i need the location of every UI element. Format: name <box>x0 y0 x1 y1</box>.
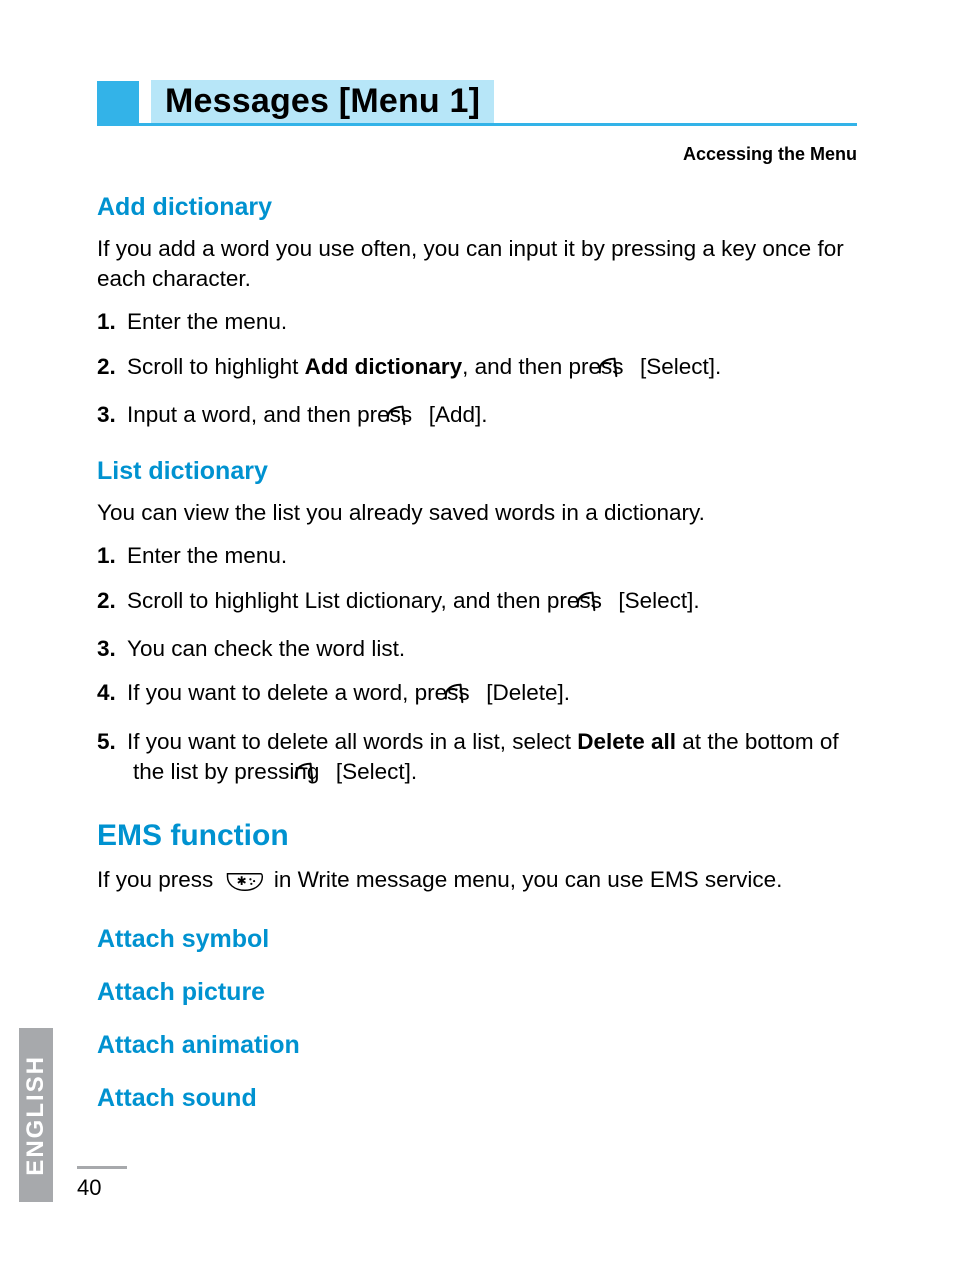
step-item: 1.Enter the menu. <box>97 541 857 571</box>
step-text: [Add]. <box>422 402 487 427</box>
step-text: Enter the menu. <box>127 309 287 334</box>
title-highlight: Messages [Menu 1] <box>151 80 494 123</box>
step-item: 1.Enter the menu. <box>97 307 857 337</box>
step-number: 5. <box>97 727 127 757</box>
page-title: Messages [Menu 1] <box>165 82 480 120</box>
step-text-bold: Add dictionary <box>305 354 463 379</box>
body-text-part: in Write message menu, you can use EMS s… <box>268 867 783 892</box>
step-number: 2. <box>97 352 127 382</box>
step-item: 5.If you want to delete all words in a l… <box>97 727 857 792</box>
title-accent-square <box>97 81 139 123</box>
step-text: Enter the menu. <box>127 543 287 568</box>
step-text: Input a word, and then press <box>127 402 418 427</box>
page-number-rule <box>77 1166 127 1169</box>
step-text: If you want to delete a word, press <box>127 680 476 705</box>
body-text: If you add a word you use often, you can… <box>97 234 857 293</box>
step-item: 3.You can check the word list. <box>97 634 857 664</box>
heading-attach-sound: Attach sound <box>97 1084 857 1113</box>
step-item: 3.Input a word, and then press [Add]. <box>97 400 857 434</box>
star-key-icon <box>224 871 264 901</box>
language-tab: ENGLISH <box>19 1028 53 1202</box>
heading-list-dictionary: List dictionary <box>97 457 857 486</box>
step-number: 4. <box>97 678 127 708</box>
step-text: [Select]. <box>634 354 722 379</box>
step-number: 3. <box>97 400 127 430</box>
body-text: You can view the list you already saved … <box>97 498 857 528</box>
heading-attach-animation: Attach animation <box>97 1031 857 1060</box>
step-text: If you want to delete all words in a lis… <box>127 729 577 754</box>
step-item: 2.Scroll to highlight List dictionary, a… <box>97 586 857 620</box>
step-item: 2.Scroll to highlight Add dictionary, an… <box>97 352 857 386</box>
title-bar: Messages [Menu 1] <box>97 80 857 126</box>
body-text: If you press in Write message menu, you … <box>97 865 857 901</box>
page-content: Messages [Menu 1] Accessing the Menu Add… <box>97 80 857 1125</box>
step-number: 1. <box>97 541 127 571</box>
step-text: [Select]. <box>612 588 700 613</box>
step-number: 3. <box>97 634 127 664</box>
heading-attach-symbol: Attach symbol <box>97 925 857 954</box>
heading-add-dictionary: Add dictionary <box>97 193 857 222</box>
step-text-bold: Delete all <box>577 729 676 754</box>
step-item: 4.If you want to delete a word, press [D… <box>97 678 857 712</box>
heading-ems-function: EMS function <box>97 819 857 853</box>
steps-list-dictionary: 1.Enter the menu. 2.Scroll to highlight … <box>97 541 857 791</box>
page-number-area: 40 <box>77 1166 157 1201</box>
step-text: Scroll to highlight List dictionary, and… <box>127 588 608 613</box>
language-tab-label: ENGLISH <box>24 1055 48 1176</box>
breadcrumb: Accessing the Menu <box>97 144 857 165</box>
step-text: Scroll to highlight <box>127 354 305 379</box>
step-text: You can check the word list. <box>127 636 405 661</box>
heading-attach-picture: Attach picture <box>97 978 857 1007</box>
step-text: [Select]. <box>330 759 418 784</box>
body-text-part: If you press <box>97 867 220 892</box>
page-number: 40 <box>77 1175 157 1201</box>
step-number: 1. <box>97 307 127 337</box>
step-number: 2. <box>97 586 127 616</box>
steps-add-dictionary: 1.Enter the menu. 2.Scroll to highlight … <box>97 307 857 434</box>
step-text: [Delete]. <box>480 680 570 705</box>
